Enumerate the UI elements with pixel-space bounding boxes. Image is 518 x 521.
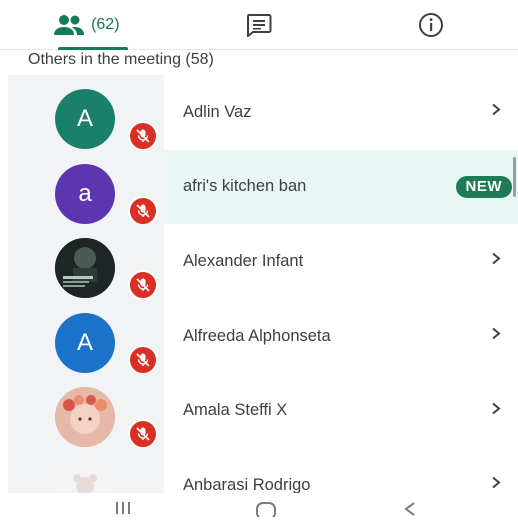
avatar-initial: a <box>78 179 92 207</box>
tab-people[interactable]: (62) <box>0 0 173 50</box>
participant-row-adlin-vaz[interactable]: A Adlin Vaz <box>8 75 518 151</box>
avatar-photo <box>55 238 115 299</box>
participant-list[interactable]: A Adlin Vaz a afri's kitchen ban NEW Ale… <box>8 75 518 493</box>
participant-name: afri's kitchen ban <box>183 177 307 196</box>
avatar-column <box>8 447 164 493</box>
info-icon <box>418 12 444 38</box>
chevron-right-icon[interactable] <box>490 252 502 271</box>
mic-off-icon <box>128 121 158 151</box>
chevron-right-icon[interactable] <box>490 103 502 122</box>
participant-name: Amala Steffi X <box>183 401 288 420</box>
chevron-right-icon[interactable] <box>490 401 502 420</box>
scrollbar[interactable] <box>513 157 516 197</box>
participant-content: Adlin Vaz <box>164 75 518 150</box>
mic-off-icon <box>128 195 158 226</box>
avatar-initial: A <box>76 105 93 132</box>
avatar-column <box>8 373 164 450</box>
participant-name: Alexander Infant <box>183 251 304 270</box>
avatar-column <box>8 224 164 301</box>
mic-off-icon <box>128 419 158 450</box>
tab-bar: (62) <box>0 0 518 50</box>
participant-row-amala-steffi-x[interactable]: Amala Steffi X <box>8 373 518 450</box>
avatar-photo <box>55 461 115 493</box>
participant-content: Alexander Infant <box>164 224 518 299</box>
avatar: A <box>55 89 115 149</box>
participant-content: Alfreeda Alphonseta <box>164 299 518 374</box>
participant-name: Anbarasi Rodrigo <box>183 475 311 493</box>
participant-name: Adlin Vaz <box>183 102 252 121</box>
tab-chat[interactable] <box>173 0 346 50</box>
new-badge: NEW <box>455 175 512 198</box>
home-icon[interactable] <box>254 497 278 521</box>
avatar: A <box>55 312 115 373</box>
mic-off-icon <box>128 344 158 375</box>
tab-info[interactable] <box>345 0 518 50</box>
participant-content: afri's kitchen ban NEW <box>164 149 518 225</box>
chevron-right-icon[interactable] <box>490 327 502 346</box>
participant-content: Anbarasi Rodrigo <box>164 448 518 493</box>
participant-row-afris-kitchen-ban[interactable]: a afri's kitchen ban NEW <box>8 149 518 226</box>
participant-content: Amala Steffi X <box>164 373 518 448</box>
system-nav-bar <box>0 493 518 521</box>
avatar-column: A <box>8 298 164 375</box>
people-icon <box>53 14 85 36</box>
chevron-right-icon[interactable] <box>490 476 502 493</box>
participant-name: Alfreeda Alphonseta <box>183 326 331 345</box>
back-icon[interactable] <box>400 497 420 521</box>
section-title: Others in the meeting (58) <box>28 51 214 68</box>
avatar: a <box>55 163 115 224</box>
participant-row-alexander-infant[interactable]: Alexander Infant <box>8 224 518 301</box>
avatar-initial: A <box>76 328 93 356</box>
participant-row-alfreeda-alphonseta[interactable]: A Alfreeda Alphonseta <box>8 298 518 375</box>
participant-row-anbarasi-rodrigo[interactable]: Anbarasi Rodrigo <box>8 447 518 493</box>
mic-off-icon <box>128 270 158 301</box>
chat-icon <box>246 13 272 37</box>
avatar-photo <box>55 387 115 448</box>
participant-count: (62) <box>91 16 120 33</box>
avatar-column: a <box>8 149 164 226</box>
recents-icon[interactable] <box>112 497 134 520</box>
avatar-column: A <box>8 75 164 151</box>
